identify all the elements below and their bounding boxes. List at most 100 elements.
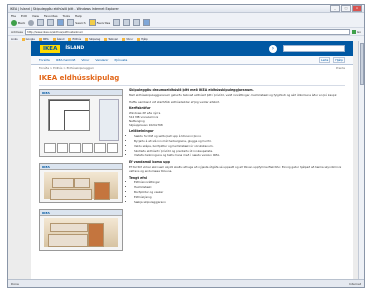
paragraph: Með eldhússkipuleggjaranum geturðu teikn… (129, 92, 338, 97)
wall-cabinet (74, 178, 90, 188)
favorites-button[interactable]: Favorites (88, 19, 111, 26)
vertical-scrollbar[interactable] (358, 41, 364, 280)
window-controls: _ □ × (330, 5, 362, 12)
search-icon (67, 19, 75, 26)
nav-item-ikea-home[interactable]: IKEA heimilið (56, 58, 76, 62)
menu-help[interactable]: Help (75, 14, 82, 18)
nav-right: Leita Hjálp (319, 57, 345, 63)
requirement-line: Skjáupplausn 1024x768 (129, 122, 163, 127)
forward-button[interactable] (28, 19, 35, 26)
favorites-label: Favorites (96, 20, 111, 25)
go-button[interactable]: Go (351, 29, 361, 34)
tray-item (94, 143, 106, 153)
tray-item (56, 143, 68, 153)
list-item: Veldu skápa, borðplötur og heimilistæki … (134, 144, 345, 149)
back-button[interactable]: Back (11, 19, 26, 26)
base-cabinet (50, 189, 92, 200)
paragraph: Ef forritið virkar ekki sem skyldi skalt… (129, 164, 342, 173)
nav-search-link[interactable]: Leita (319, 57, 331, 63)
related-link[interactable]: Eldhúsinnréttingar (134, 181, 345, 185)
screenshot-header: IKEA (40, 210, 122, 216)
go-label: Go (356, 29, 361, 34)
wall (49, 100, 89, 101)
section-heading: Tengt efni (129, 175, 148, 180)
minimize-button[interactable]: _ (330, 5, 340, 12)
breadcrumb: Forsíða > Eldhús > Eldhússkipuleggjari P… (31, 65, 353, 72)
title-bar: IKEA | Ísland | Skipuleggðu eldhúsið þit… (8, 5, 364, 13)
go-arrow-icon (351, 29, 356, 34)
history-icon[interactable] (113, 19, 121, 26)
screenshot-header: IKEA (40, 90, 122, 96)
breadcrumb-path[interactable]: Forsíða > Eldhús > Eldhússkipuleggjari (39, 66, 94, 71)
nav-item-products[interactable]: Vörur (81, 58, 89, 62)
screenshot-logo: IKEA (42, 210, 50, 215)
refresh-icon[interactable] (47, 19, 55, 26)
browser-window: IKEA | Ísland | Skipuleggðu eldhúsið þit… (7, 4, 365, 288)
item-tray (44, 143, 118, 153)
wall (64, 110, 65, 130)
menu-file[interactable]: File (11, 14, 16, 18)
kitchen-3d-view (44, 172, 118, 200)
web-page: IKEA ÍSLAND › Forsíða IKEA heimilið Vöru… (31, 41, 353, 280)
floor-plan (48, 99, 90, 131)
menu-view[interactable]: View (32, 14, 39, 18)
toolbar: Back Search Favorites (8, 18, 364, 28)
nav-item-stores[interactable]: Verslanir (95, 58, 108, 62)
nav-item-service[interactable]: Þjónusta (115, 58, 128, 62)
arrow-right-icon[interactable]: › (269, 44, 277, 53)
wall-cabinet (50, 223, 88, 232)
security-zone: Internet (349, 281, 361, 286)
screenshot-logo: IKEA (42, 164, 50, 169)
planner-screenshot-3d: IKEA (39, 163, 123, 203)
maximize-button[interactable]: □ (341, 5, 351, 12)
status-bar: Done Internet (8, 279, 364, 287)
scrollbar-thumb[interactable] (359, 43, 364, 85)
related-link[interactable]: Sækja skipuleggjarann (134, 200, 345, 205)
tray-item (106, 143, 118, 153)
print-icon[interactable] (133, 19, 141, 26)
star-icon (88, 19, 96, 26)
page-title: IKEA eldhússkipulag (39, 74, 120, 82)
back-label: Back (18, 20, 26, 25)
site-nav: Forsíða IKEA heimilið Vörur Verslanir Þj… (31, 56, 353, 65)
search-button[interactable]: Search (67, 19, 86, 26)
stop-icon[interactable] (37, 19, 45, 26)
tall-cabinet (94, 182, 110, 200)
back-arrow-icon (11, 19, 17, 26)
header-search-input[interactable] (283, 45, 345, 52)
menu-favorites[interactable]: Favorites (44, 14, 58, 18)
related-link[interactable]: Heimilistæki (134, 185, 345, 190)
wall-cabinet (52, 178, 74, 188)
edit-icon[interactable] (143, 19, 151, 26)
related-link[interactable]: Borðplötur og vaskar (134, 190, 345, 195)
divider (39, 85, 345, 86)
country-label: ÍSLAND (65, 46, 85, 51)
address-label: Address (11, 29, 23, 34)
tray-item (69, 143, 81, 153)
menu-edit[interactable]: Edit (21, 14, 27, 18)
ikea-logo[interactable]: IKEA (39, 43, 62, 54)
home-icon[interactable] (57, 19, 65, 26)
wall (64, 110, 89, 111)
paragraph: Hafðu samband við starfsfólk eldhúsdeild… (129, 99, 220, 104)
print-link[interactable]: Prenta (336, 66, 345, 71)
wall (49, 100, 50, 130)
mail-icon[interactable] (123, 19, 131, 26)
item-palette (99, 99, 119, 141)
address-bar: Address http://www.ikea.is/eldhus/eldhus… (8, 28, 364, 36)
content-area: IKEA IKEA IKEA Skipuleggðu draumaeldhúsi… (31, 88, 353, 251)
nav-item-home[interactable]: Forsíða (39, 58, 50, 62)
window-title: IKEA | Ísland | Skipuleggðu eldhúsið þit… (10, 6, 119, 11)
tray-item (81, 143, 93, 153)
address-input[interactable]: http://www.ikea.is/eldhus/eldhusteiknari (24, 28, 350, 35)
menu-tools[interactable]: Tools (63, 14, 70, 18)
screenshot-header: IKEA (40, 164, 122, 170)
base-cabinet (48, 234, 88, 247)
screenshot-column: IKEA IKEA IKEA (39, 89, 123, 251)
close-button[interactable]: × (352, 5, 362, 12)
nav-help-link[interactable]: Hjálp (333, 57, 345, 63)
tall-cabinet (88, 223, 104, 247)
section-heading: Kerfiskröfur (129, 106, 151, 111)
related-link[interactable]: Eldhúslýsing (134, 195, 345, 200)
list-item: Vistaðu teikninguna og taktu hana með í … (134, 154, 345, 158)
